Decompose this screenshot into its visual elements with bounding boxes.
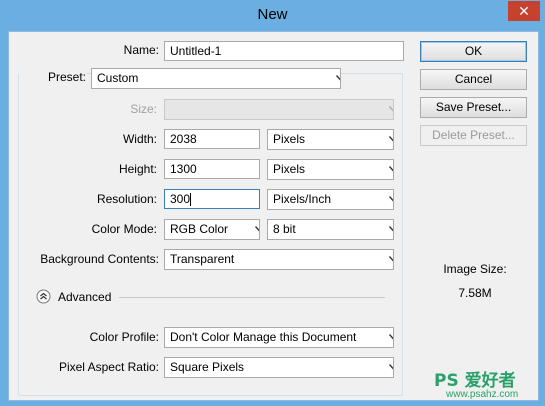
width-input[interactable]: 2038 (164, 129, 260, 149)
height-label: Height: (118, 162, 157, 176)
close-icon: ✕ (518, 3, 530, 19)
pixel-aspect-label: Pixel Aspect Ratio: (58, 360, 159, 374)
name-label: Name: (123, 43, 159, 57)
color-mode-select[interactable]: RGB Color (164, 219, 260, 240)
chevron-up-icon (36, 289, 51, 304)
advanced-toggle[interactable] (36, 289, 51, 304)
ok-button[interactable]: OK (420, 41, 527, 62)
resolution-label: Resolution: (96, 192, 157, 206)
resolution-unit-value: Pixels/Inch (273, 192, 332, 206)
advanced-label: Advanced (58, 290, 112, 304)
background-contents-value: Transparent (170, 252, 235, 266)
new-document-dialog: New ✕ Name: Untitled-1 Preset: Custom Si… (0, 0, 545, 406)
color-profile-select[interactable]: Don't Color Manage this Document (164, 327, 394, 348)
width-unit-value: Pixels (273, 132, 306, 146)
save-preset-button[interactable]: Save Preset... (420, 97, 527, 118)
bit-depth-value: 8 bit (273, 222, 296, 236)
pixel-aspect-select[interactable]: Square Pixels (164, 357, 394, 378)
width-unit-select[interactable]: Pixels (267, 129, 394, 150)
color-mode-label: Color Mode: (91, 222, 157, 236)
color-mode-value: RGB Color (170, 222, 229, 236)
background-contents-select[interactable]: Transparent (164, 249, 394, 270)
text-caret (190, 193, 192, 207)
preset-value: Custom (97, 71, 139, 85)
resolution-value: 300 (170, 192, 191, 206)
preset-select[interactable]: Custom (91, 68, 341, 89)
resolution-input[interactable]: 300 (164, 189, 260, 209)
color-profile-label: Color Profile: (89, 330, 159, 344)
watermark-logo: PS 爱好者 www.psahz.com (434, 366, 540, 402)
close-button[interactable]: ✕ (508, 1, 540, 21)
dialog-title: New (257, 6, 288, 23)
advanced-divider (119, 297, 385, 298)
background-contents-label: Background Contents: (40, 252, 159, 266)
height-input[interactable]: 1300 (164, 159, 260, 179)
watermark-url: www.psahz.com (446, 389, 519, 400)
image-size-label: Image Size: (443, 262, 507, 276)
title-bar[interactable]: New ✕ (0, 0, 545, 30)
preset-label: Preset: (19, 70, 86, 84)
watermark-text: PS 爱好者 (434, 371, 516, 391)
height-unit-value: Pixels (273, 162, 306, 176)
size-select (164, 99, 394, 120)
bit-depth-select[interactable]: 8 bit (267, 219, 394, 240)
width-label: Width: (122, 132, 157, 146)
name-input[interactable]: Untitled-1 (164, 41, 404, 61)
color-profile-value: Don't Color Manage this Document (170, 330, 357, 344)
dialog-body: Name: Untitled-1 Preset: Custom Size: Wi… (8, 31, 539, 401)
image-size-value: 7.58M (458, 286, 492, 300)
size-label: Size: (130, 102, 157, 116)
height-unit-select[interactable]: Pixels (267, 159, 394, 180)
pixel-aspect-value: Square Pixels (170, 360, 245, 374)
delete-preset-button: Delete Preset... (420, 125, 527, 146)
resolution-unit-select[interactable]: Pixels/Inch (267, 189, 394, 210)
cancel-button[interactable]: Cancel (420, 69, 527, 90)
